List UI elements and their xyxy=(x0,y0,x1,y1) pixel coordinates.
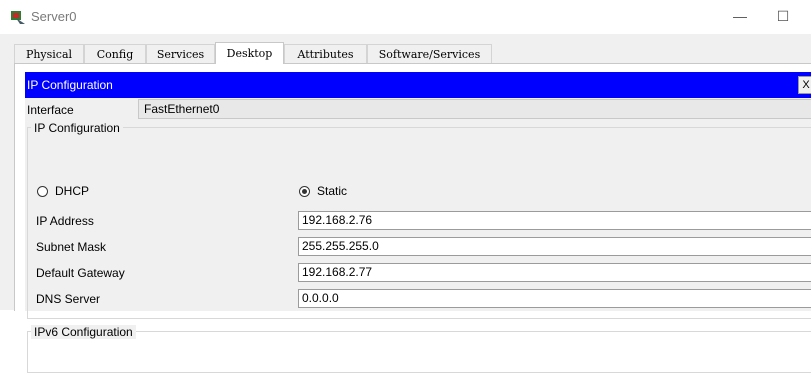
dhcp-label[interactable]: DHCP xyxy=(55,184,89,198)
app-icon xyxy=(11,11,25,24)
tab-attributes[interactable]: Attributes xyxy=(284,44,367,63)
maximize-button[interactable]: ☐ xyxy=(771,6,795,26)
dns-server-input[interactable]: 0.0.0.0 xyxy=(298,289,811,308)
close-button[interactable]: X xyxy=(798,76,811,94)
minimize-button[interactable]: — xyxy=(728,6,752,26)
tab-physical[interactable]: Physical xyxy=(14,44,84,63)
subnet-mask-input[interactable]: 255.255.255.0 xyxy=(298,237,811,256)
ip-configuration-window: IP Configuration X Interface FastEtherne… xyxy=(25,72,811,373)
tab-desktop[interactable]: Desktop xyxy=(215,42,284,64)
interface-label: Interface xyxy=(27,103,74,117)
dhcp-radio[interactable] xyxy=(37,186,48,197)
default-gateway-label: Default Gateway xyxy=(36,266,125,280)
ip-configuration-header: IP Configuration xyxy=(25,72,811,98)
ip-configuration-header-title: IP Configuration xyxy=(27,78,113,92)
default-gateway-input[interactable]: 192.168.2.77 xyxy=(298,263,811,282)
tab-config[interactable]: Config xyxy=(84,44,146,63)
tab-services[interactable]: Services xyxy=(146,44,215,63)
dns-server-label: DNS Server xyxy=(36,292,101,306)
title-bar: Server0 — ☐ xyxy=(0,0,811,34)
static-radio[interactable] xyxy=(299,186,310,197)
ip-address-label: IP Address xyxy=(36,214,94,228)
ipv6-group-title: IPv6 Configuration xyxy=(31,325,136,339)
desktop-panel: IP Configuration X Interface FastEtherne… xyxy=(14,63,811,373)
ip-address-input[interactable]: 192.168.2.76 xyxy=(298,211,811,230)
ipv4-group-title: IP Configuration xyxy=(31,121,123,135)
window-title: Server0 xyxy=(31,9,77,24)
tab-strip: Physical Config Services Desktop Attribu… xyxy=(0,34,811,373)
static-label[interactable]: Static xyxy=(317,184,347,198)
ipv6-config-group xyxy=(27,331,811,373)
interface-select[interactable]: FastEthernet0 xyxy=(138,99,811,119)
tab-software-services[interactable]: Software/Services xyxy=(367,44,492,63)
subnet-mask-label: Subnet Mask xyxy=(36,240,107,254)
